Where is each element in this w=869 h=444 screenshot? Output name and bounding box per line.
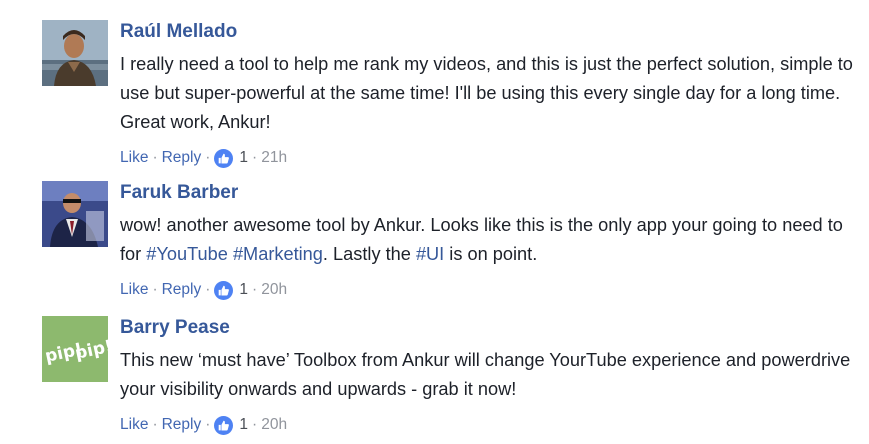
like-button[interactable]: Like: [120, 414, 148, 436]
separator: ·: [252, 416, 258, 433]
comment-actions: Like · Reply · 1 · 20h: [120, 414, 860, 436]
timestamp[interactable]: 20h: [261, 414, 287, 436]
author-name[interactable]: Raúl Mellado: [120, 20, 237, 44]
reaction-count[interactable]: 1: [214, 147, 248, 169]
reply-button[interactable]: Reply: [162, 414, 202, 436]
thumbs-up-icon: [214, 148, 234, 168]
avatar[interactable]: [42, 181, 108, 247]
separator: ·: [205, 416, 211, 433]
like-button[interactable]: Like: [120, 147, 148, 169]
hashtag-link[interactable]: #UI: [416, 244, 444, 264]
separator: ·: [152, 416, 158, 433]
separator: ·: [205, 149, 211, 166]
separator: ·: [205, 281, 211, 298]
reaction-count[interactable]: 1: [214, 414, 248, 436]
like-count: 1: [239, 149, 249, 166]
thumbs-up-icon: [214, 415, 234, 435]
avatar[interactable]: pip! pip!: [42, 316, 108, 382]
author-name[interactable]: Faruk Barber: [120, 181, 238, 205]
comment-text: I really need a tool to help me rank my …: [120, 54, 853, 132]
separator: ·: [152, 281, 158, 298]
thumbs-up-icon: [214, 280, 234, 300]
reaction-count[interactable]: 1: [214, 279, 248, 301]
hashtag-link[interactable]: #Marketing: [233, 244, 323, 264]
like-button[interactable]: Like: [120, 279, 148, 301]
comment-actions: Like · Reply · 1 · 20h: [120, 279, 860, 301]
pip-pip-logo: pip! pip!: [42, 316, 108, 382]
timestamp[interactable]: 21h: [261, 147, 287, 169]
comment-text: This new ‘must have’ Toolbox from Ankur …: [120, 350, 851, 399]
separator: ·: [252, 149, 258, 166]
author-name[interactable]: Barry Pease: [120, 316, 230, 340]
comment-actions: Like · Reply · 1 · 21h: [120, 147, 860, 169]
like-count: 1: [239, 281, 249, 298]
comment-text: wow! another awesome tool by Ankur. Look…: [120, 211, 860, 269]
timestamp[interactable]: 20h: [261, 279, 287, 301]
separator: ·: [152, 149, 158, 166]
profile-photo-man-suit: [42, 181, 108, 247]
like-count: 1: [239, 416, 249, 433]
hashtag-link[interactable]: #YouTube: [146, 244, 228, 264]
separator: ·: [252, 281, 258, 298]
profile-photo-man-outdoors: [42, 20, 108, 86]
text-segment: is on point.: [444, 244, 538, 264]
avatar[interactable]: [42, 20, 108, 86]
text-segment: . Lastly the: [322, 244, 416, 264]
reply-button[interactable]: Reply: [162, 279, 202, 301]
reply-button[interactable]: Reply: [162, 147, 202, 169]
